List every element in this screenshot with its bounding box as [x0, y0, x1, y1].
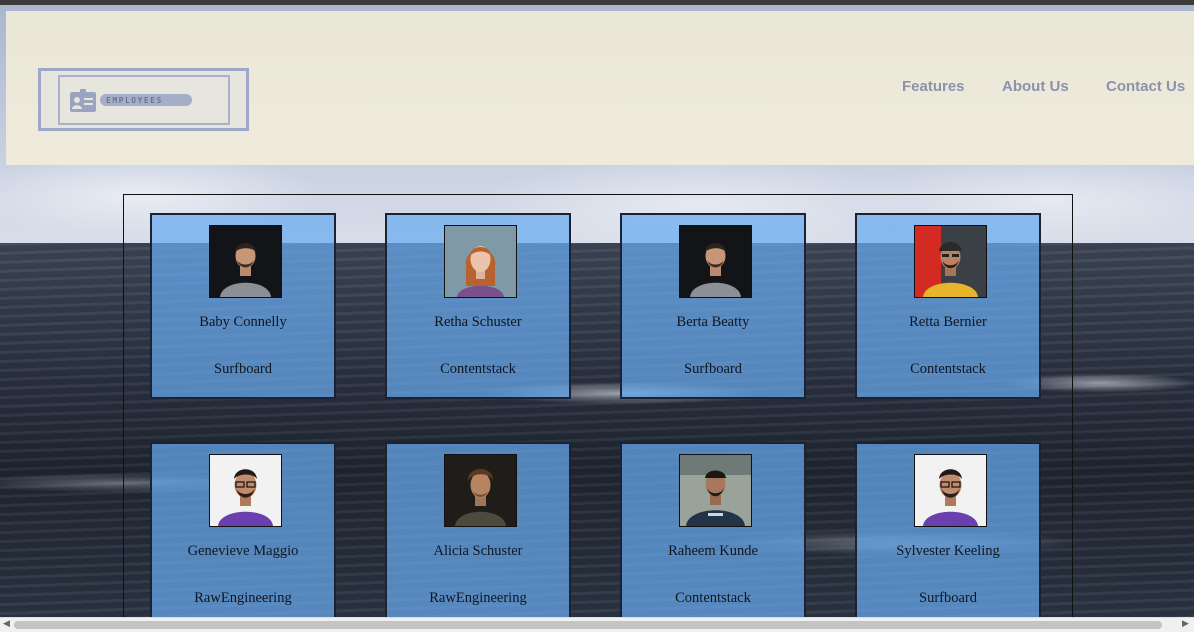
employee-card[interactable]: Berta Beatty Surfboard	[620, 213, 806, 399]
employee-card[interactable]: Retta Bernier Contentstack	[855, 213, 1041, 399]
employee-card[interactable]: Sylvester Keeling Surfboard	[855, 442, 1041, 628]
employee-card[interactable]: Retha Schuster Contentstack	[385, 213, 571, 399]
avatar	[679, 225, 752, 298]
scroll-left-arrow-icon[interactable]: ◀	[3, 619, 10, 629]
avatar	[914, 454, 987, 527]
employee-company: Contentstack	[440, 361, 516, 377]
scroll-right-arrow-icon[interactable]: ▶	[1182, 619, 1189, 629]
employee-company: Contentstack	[910, 361, 986, 377]
avatar	[914, 225, 987, 298]
employee-card[interactable]: Raheem Kunde Contentstack	[620, 442, 806, 628]
employee-company: Surfboard	[919, 590, 977, 606]
employee-company: RawEngineering	[194, 590, 292, 606]
employee-company: Surfboard	[214, 361, 272, 377]
nav-features-link[interactable]: Features	[902, 78, 965, 95]
scrollbar-thumb[interactable]	[14, 621, 1162, 629]
avatar	[209, 454, 282, 527]
logo-frame: EMPLOYEES	[58, 75, 230, 125]
employee-name: Baby Connelly	[199, 314, 287, 330]
avatar	[444, 454, 517, 527]
employee-grid: Baby Connelly Surfboard Retha Schuster C…	[123, 194, 1073, 628]
employee-company: Surfboard	[684, 361, 742, 377]
employee-name: Raheem Kunde	[668, 543, 758, 559]
logo-text: EMPLOYEES	[100, 94, 192, 106]
employee-name: Retha Schuster	[434, 314, 522, 330]
employee-card[interactable]: Alicia Schuster RawEngineering	[385, 442, 571, 628]
employee-name: Retta Bernier	[909, 314, 987, 330]
employee-name: Genevieve Maggio	[187, 543, 299, 559]
avatar	[679, 454, 752, 527]
employee-card[interactable]: Baby Connelly Surfboard	[150, 213, 336, 399]
employee-name: Alicia Schuster	[433, 543, 523, 559]
employee-company: RawEngineering	[429, 590, 527, 606]
employee-company: Contentstack	[675, 590, 751, 606]
avatar	[209, 225, 282, 298]
id-card-icon	[70, 89, 96, 112]
logo[interactable]: EMPLOYEES	[38, 68, 249, 131]
employee-card[interactable]: Genevieve Maggio RawEngineering	[150, 442, 336, 628]
horizontal-scrollbar[interactable]: ◀ ▶	[0, 617, 1194, 632]
employee-name: Sylvester Keeling	[896, 543, 1000, 559]
nav-contact-us-link[interactable]: Contact Us	[1106, 78, 1185, 95]
avatar	[444, 225, 517, 298]
employee-name: Berta Beatty	[676, 314, 750, 330]
nav-about-us-link[interactable]: About Us	[1002, 78, 1069, 95]
